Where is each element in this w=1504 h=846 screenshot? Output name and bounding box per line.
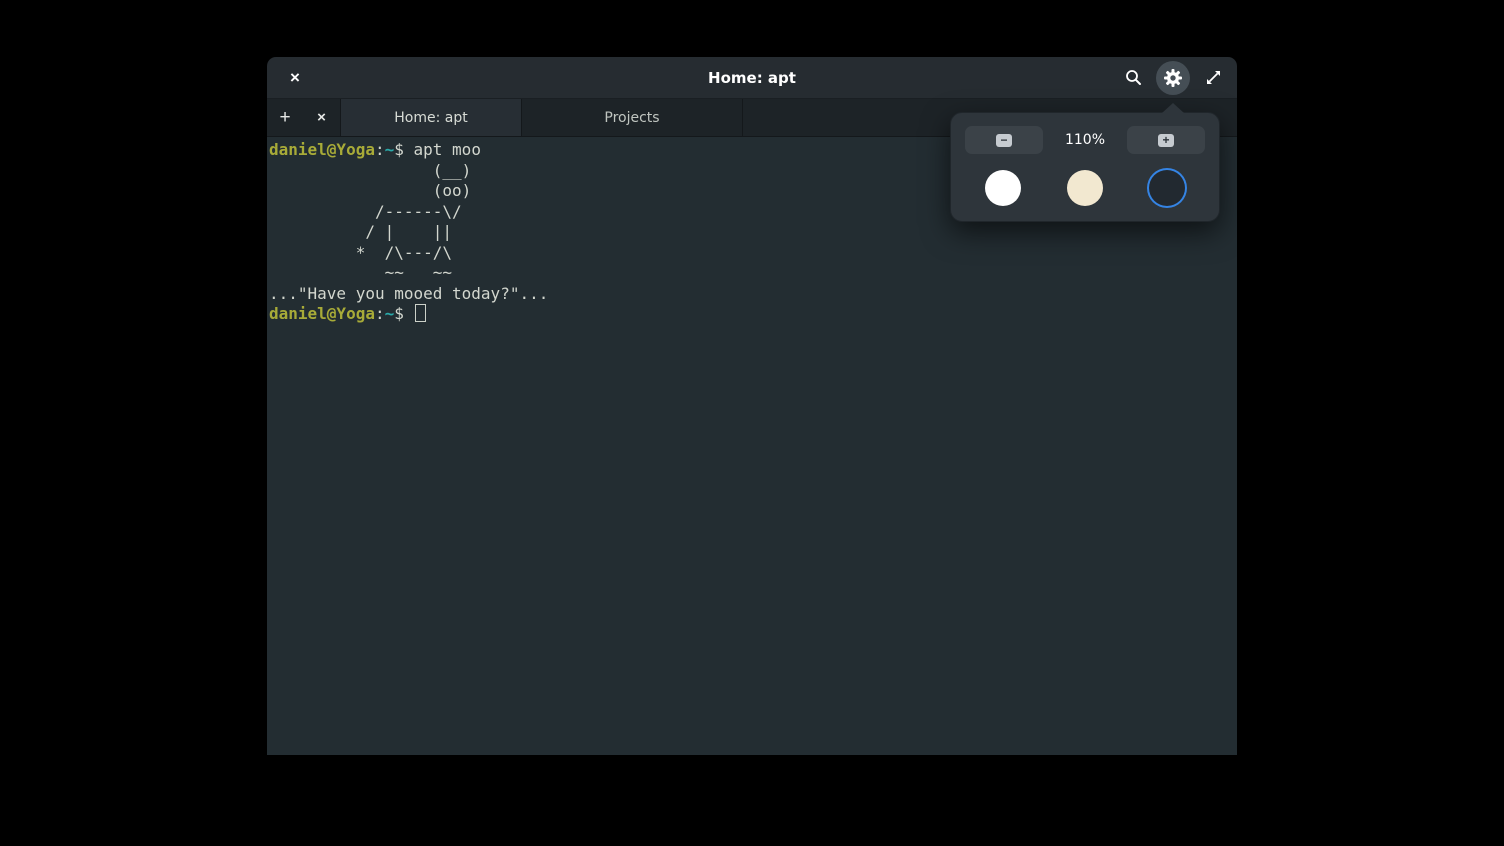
theme-option-dark[interactable]	[1149, 170, 1185, 206]
header-actions	[1117, 61, 1229, 95]
prompt-symbol: $	[394, 304, 413, 323]
command-text: apt moo	[414, 140, 481, 159]
prompt-separator: :	[375, 140, 385, 159]
tab-label: Projects	[604, 110, 659, 126]
popover-arrow	[1162, 103, 1184, 113]
settings-popover: − 110% +	[950, 112, 1220, 222]
prompt-user: daniel@Yoga	[269, 304, 375, 323]
zoom-out-icon: −	[996, 134, 1012, 147]
terminal-cursor	[415, 304, 426, 322]
window-title: Home: apt	[267, 69, 1237, 87]
window-close-button[interactable]: ×	[279, 62, 311, 94]
prompt-separator: :	[375, 304, 385, 323]
prompt-path: ~	[385, 304, 395, 323]
theme-option-sepia[interactable]	[1067, 170, 1103, 206]
settings-button[interactable]	[1156, 61, 1190, 95]
terminal-area[interactable]: daniel@Yoga:~$ apt moo (__) (oo) /------…	[267, 137, 1237, 755]
moo-message: ..."Have you mooed today?"...	[269, 284, 1237, 305]
zoom-controls: − 110% +	[965, 126, 1205, 154]
zoom-in-icon: +	[1158, 134, 1174, 147]
theme-option-light[interactable]	[985, 170, 1021, 206]
close-tab-button[interactable]: ×	[303, 99, 341, 136]
fullscreen-button[interactable]	[1197, 62, 1229, 94]
zoom-level: 110%	[1043, 132, 1127, 148]
search-icon	[1124, 68, 1143, 87]
theme-selector	[965, 170, 1205, 206]
zoom-out-button[interactable]: −	[965, 126, 1043, 154]
prompt-user: daniel@Yoga	[269, 140, 375, 159]
new-tab-button[interactable]: +	[267, 99, 303, 136]
tab-projects[interactable]: Projects	[522, 99, 743, 136]
search-button[interactable]	[1117, 62, 1149, 94]
gear-icon	[1163, 68, 1183, 88]
tab-home-apt[interactable]: Home: apt	[341, 99, 522, 136]
zoom-in-button[interactable]: +	[1127, 126, 1205, 154]
prompt-path: ~	[385, 140, 395, 159]
tab-label: Home: apt	[394, 110, 467, 126]
prompt-symbol: $	[394, 140, 413, 159]
prompt-line-2: daniel@Yoga:~$	[269, 304, 1237, 325]
fullscreen-icon	[1204, 68, 1223, 87]
window-header: × Home: apt	[267, 57, 1237, 99]
